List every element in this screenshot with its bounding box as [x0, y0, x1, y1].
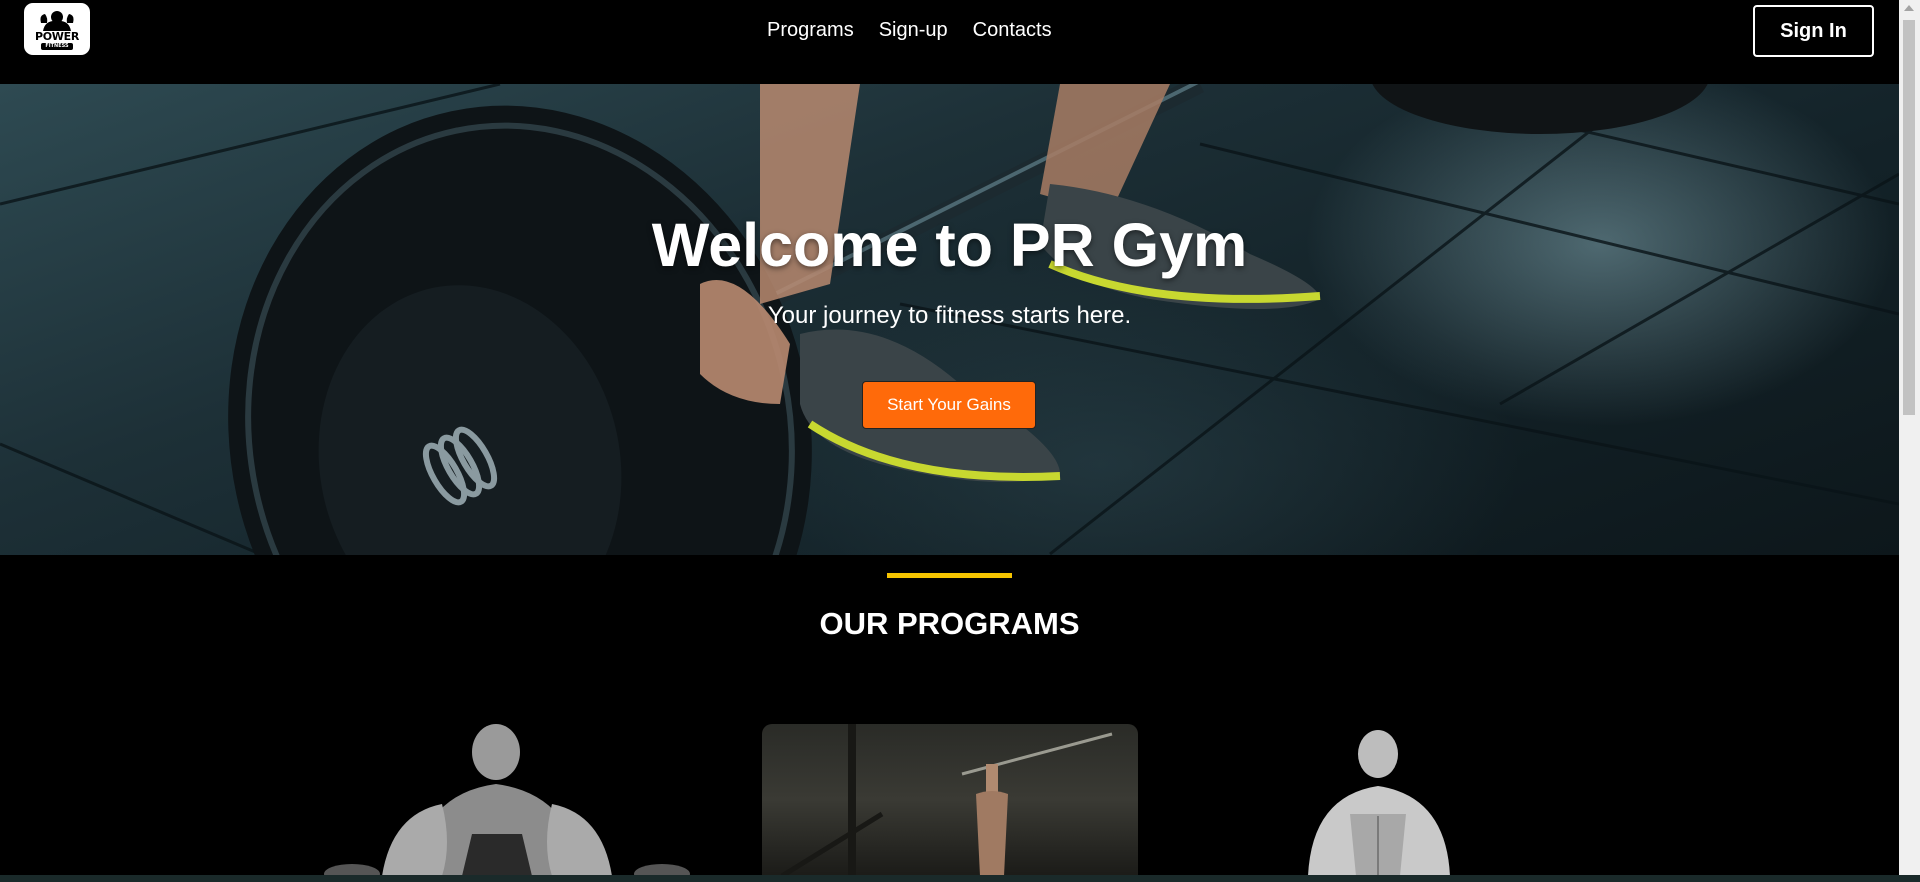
bodybuilder-logo-icon	[40, 10, 74, 31]
pullup-bar-photo	[780, 724, 1113, 876]
brand-logo[interactable]: POWER FITNESS	[24, 3, 90, 55]
nav-link-contacts[interactable]: Contacts	[973, 19, 1052, 42]
programs-section-title: OUR PROGRAMS	[819, 606, 1080, 641]
section-accent-line	[887, 573, 1012, 578]
hero-subtitle: Your journey to fitness starts here.	[767, 302, 1132, 329]
hero-title: Welcome to PR Gym	[651, 211, 1248, 279]
main-nav: Programs Sign-up Contacts	[767, 19, 1052, 42]
navbar: POWER FITNESS Programs Sign-up Contacts …	[0, 0, 1899, 84]
program-card-1[interactable]	[322, 724, 698, 876]
program-card-3[interactable]	[1200, 724, 1576, 876]
nav-link-signup[interactable]: Sign-up	[879, 19, 948, 42]
scroll-up-arrow-icon[interactable]	[1904, 5, 1914, 11]
logo-text: POWER	[34, 29, 80, 43]
hero-section: Welcome to PR Gym Your journey to fitnes…	[0, 84, 1899, 555]
scrollbar-thumb[interactable]	[1903, 20, 1915, 415]
nav-link-programs[interactable]: Programs	[767, 19, 854, 42]
signin-button[interactable]: Sign In	[1753, 5, 1874, 57]
shirtless-athlete-photo	[1308, 730, 1450, 876]
logo-subtext: FITNESS	[41, 42, 73, 50]
deadlift-athlete-photo	[324, 724, 690, 876]
bottom-edge	[0, 875, 1920, 882]
start-your-gains-button[interactable]: Start Your Gains	[862, 381, 1036, 429]
vertical-scrollbar[interactable]	[1899, 0, 1920, 875]
program-card-2[interactable]	[762, 724, 1138, 876]
